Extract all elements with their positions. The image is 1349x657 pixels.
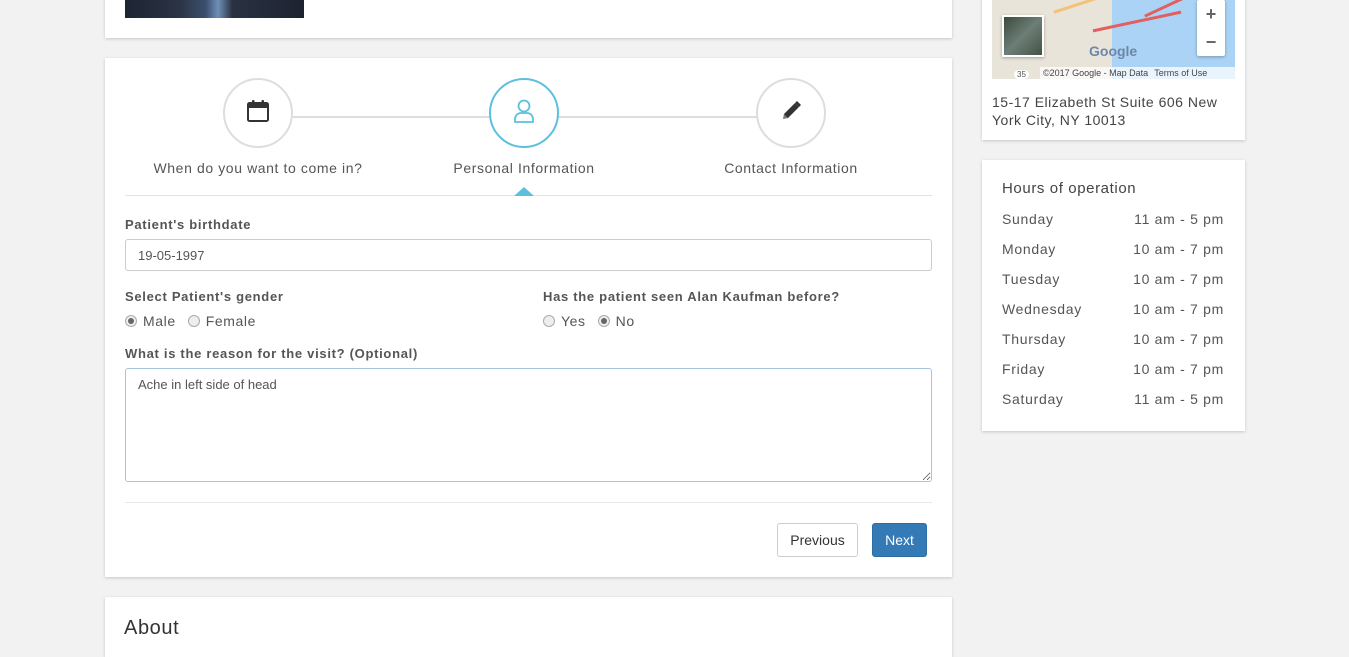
terms-of-use-link[interactable]: Terms of Use xyxy=(1154,68,1207,78)
reason-textarea[interactable]: Ache in left side of head xyxy=(125,368,932,482)
birthdate-input[interactable] xyxy=(125,239,932,271)
step-contact-information[interactable]: Contact Information xyxy=(676,78,906,176)
hours-time: 10 am - 7 pm xyxy=(1133,331,1224,347)
hours-row: Thursday 10 am - 7 pm xyxy=(1002,331,1224,361)
doctor-photo xyxy=(125,0,304,18)
zoom-in-button[interactable]: + xyxy=(1197,0,1225,28)
step-circle[interactable] xyxy=(223,78,293,148)
radio-button[interactable] xyxy=(187,315,200,327)
seen-option-no[interactable]: No xyxy=(597,313,635,329)
step-circle[interactable] xyxy=(489,78,559,148)
radio-button[interactable] xyxy=(125,315,137,327)
hours-row: Friday 10 am - 7 pm xyxy=(1002,361,1224,391)
radio-label: No xyxy=(615,313,635,329)
hours-row: Saturday 11 am - 5 pm xyxy=(1002,391,1224,421)
zoom-controls: + − xyxy=(1197,0,1225,56)
google-logo: Google xyxy=(1089,43,1138,59)
calendar-icon xyxy=(246,99,270,128)
step-label: When do you want to come in? xyxy=(153,160,363,176)
about-card: About xyxy=(105,597,952,657)
hours-title: Hours of operation xyxy=(1002,180,1137,197)
gender-option-female[interactable]: Female xyxy=(187,313,257,329)
seen-before-radio-group: Yes No xyxy=(543,313,635,329)
hours-list: Sunday 11 am - 5 pm Monday 10 am - 7 pm Tu… xyxy=(1002,211,1224,421)
hours-day: Sunday xyxy=(1002,211,1054,227)
step-connector xyxy=(293,116,490,118)
hours-row: Wednesday 10 am - 7 pm xyxy=(1002,301,1224,331)
form-divider xyxy=(125,502,932,503)
gender-label: Select Patient's gender xyxy=(125,289,284,304)
step-circle[interactable] xyxy=(756,78,826,148)
radio-button[interactable] xyxy=(597,315,610,327)
gender-option-male[interactable]: Male xyxy=(125,313,176,329)
hours-row: Tuesday 10 am - 7 pm xyxy=(1002,271,1224,301)
step-personal-information[interactable]: Personal Information xyxy=(409,78,639,176)
satellite-toggle[interactable] xyxy=(1002,15,1044,57)
hours-card: Hours of operation Sunday 11 am - 5 pm Mo… xyxy=(982,160,1245,431)
hours-time: 11 am - 5 pm xyxy=(1134,211,1224,227)
next-button[interactable]: Next xyxy=(872,523,927,557)
hours-day: Wednesday xyxy=(1002,301,1082,317)
step-connector xyxy=(558,116,758,118)
hours-day: Monday xyxy=(1002,241,1057,257)
hours-day: Friday xyxy=(1002,361,1046,377)
pencil-icon xyxy=(780,100,802,127)
radio-button[interactable] xyxy=(543,315,555,327)
step-when[interactable]: When do you want to come in? xyxy=(143,78,373,176)
about-title: About xyxy=(124,617,180,639)
reason-label: What is the reason for the visit? (Optio… xyxy=(125,346,418,361)
hours-day: Saturday xyxy=(1002,391,1064,407)
hours-time: 10 am - 7 pm xyxy=(1133,241,1224,257)
previous-button[interactable]: Previous xyxy=(777,523,858,557)
hours-row: Monday 10 am - 7 pm xyxy=(1002,241,1224,271)
doctor-profile-card xyxy=(105,0,952,38)
radio-label: Yes xyxy=(561,313,586,329)
route-badge: 35 xyxy=(1014,70,1029,79)
user-icon xyxy=(512,98,536,129)
hours-row: Sunday 11 am - 5 pm xyxy=(1002,211,1224,241)
hours-time: 10 am - 7 pm xyxy=(1133,361,1224,377)
radio-label: Male xyxy=(143,313,176,329)
hours-time: 10 am - 7 pm xyxy=(1133,271,1224,287)
map[interactable]: + − Google 35 ©2017 Google - Map Data Te… xyxy=(992,0,1235,79)
map-data-credit: ©2017 Google - Map Data xyxy=(1043,68,1149,78)
location-card: + − Google 35 ©2017 Google - Map Data Te… xyxy=(982,0,1245,140)
hours-time: 11 am - 5 pm xyxy=(1134,391,1224,407)
hours-day: Tuesday xyxy=(1002,271,1061,287)
address-text: 15-17 Elizabeth St Suite 606 New York Ci… xyxy=(992,94,1218,128)
seen-option-yes[interactable]: Yes xyxy=(543,313,586,329)
gender-radio-group: Male Female xyxy=(125,313,256,329)
radio-label: Female xyxy=(205,313,257,329)
hours-day: Thursday xyxy=(1002,331,1066,347)
map-attribution: ©2017 Google - Map Data Terms of Use xyxy=(1040,67,1235,79)
step-label: Personal Information xyxy=(453,160,595,176)
step-label: Contact Information xyxy=(724,160,858,176)
booking-form-card: When do you want to come in? Personal In… xyxy=(105,58,952,577)
seen-before-label: Has the patient seen Alan Kaufman before… xyxy=(543,289,840,304)
active-step-pointer xyxy=(514,187,534,196)
birthdate-label: Patient's birthdate xyxy=(125,217,252,232)
hours-time: 10 am - 7 pm xyxy=(1133,301,1224,317)
zoom-out-button[interactable]: − xyxy=(1197,28,1225,56)
